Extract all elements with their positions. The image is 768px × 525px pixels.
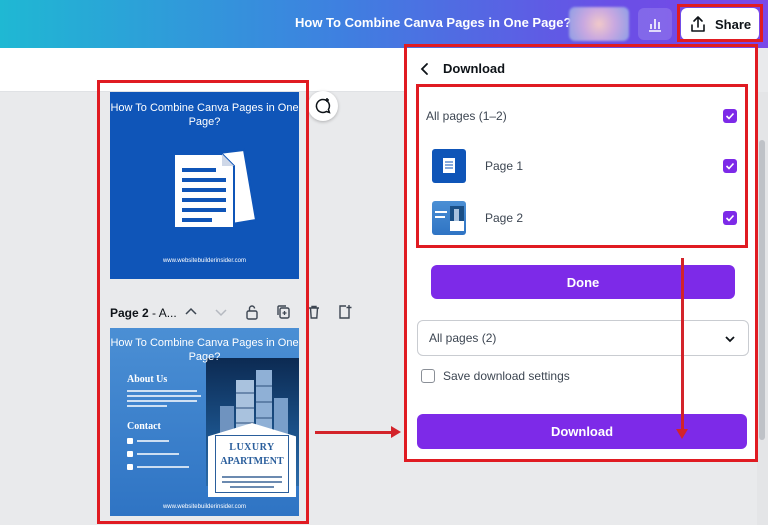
bar-chart-icon: [649, 19, 661, 32]
top-bar: How To Combine Canva Pages in One Page? …: [0, 0, 768, 48]
scrollbar-thumb[interactable]: [759, 140, 765, 440]
add-comment-button[interactable]: [308, 91, 338, 121]
share-highlight-box: [677, 4, 763, 42]
avatar[interactable]: [569, 7, 629, 41]
down-arrow: [676, 258, 688, 439]
right-arrow: [315, 426, 401, 438]
document-title[interactable]: How To Combine Canva Pages in One Page?: [295, 15, 571, 30]
comment-plus-icon: [315, 98, 331, 114]
insights-button[interactable]: [638, 8, 672, 40]
page-selection-highlight-box: [416, 84, 748, 248]
trash-icon[interactable]: [307, 304, 321, 320]
add-page-icon[interactable]: [337, 304, 352, 320]
pages-highlight-box: [97, 80, 309, 524]
